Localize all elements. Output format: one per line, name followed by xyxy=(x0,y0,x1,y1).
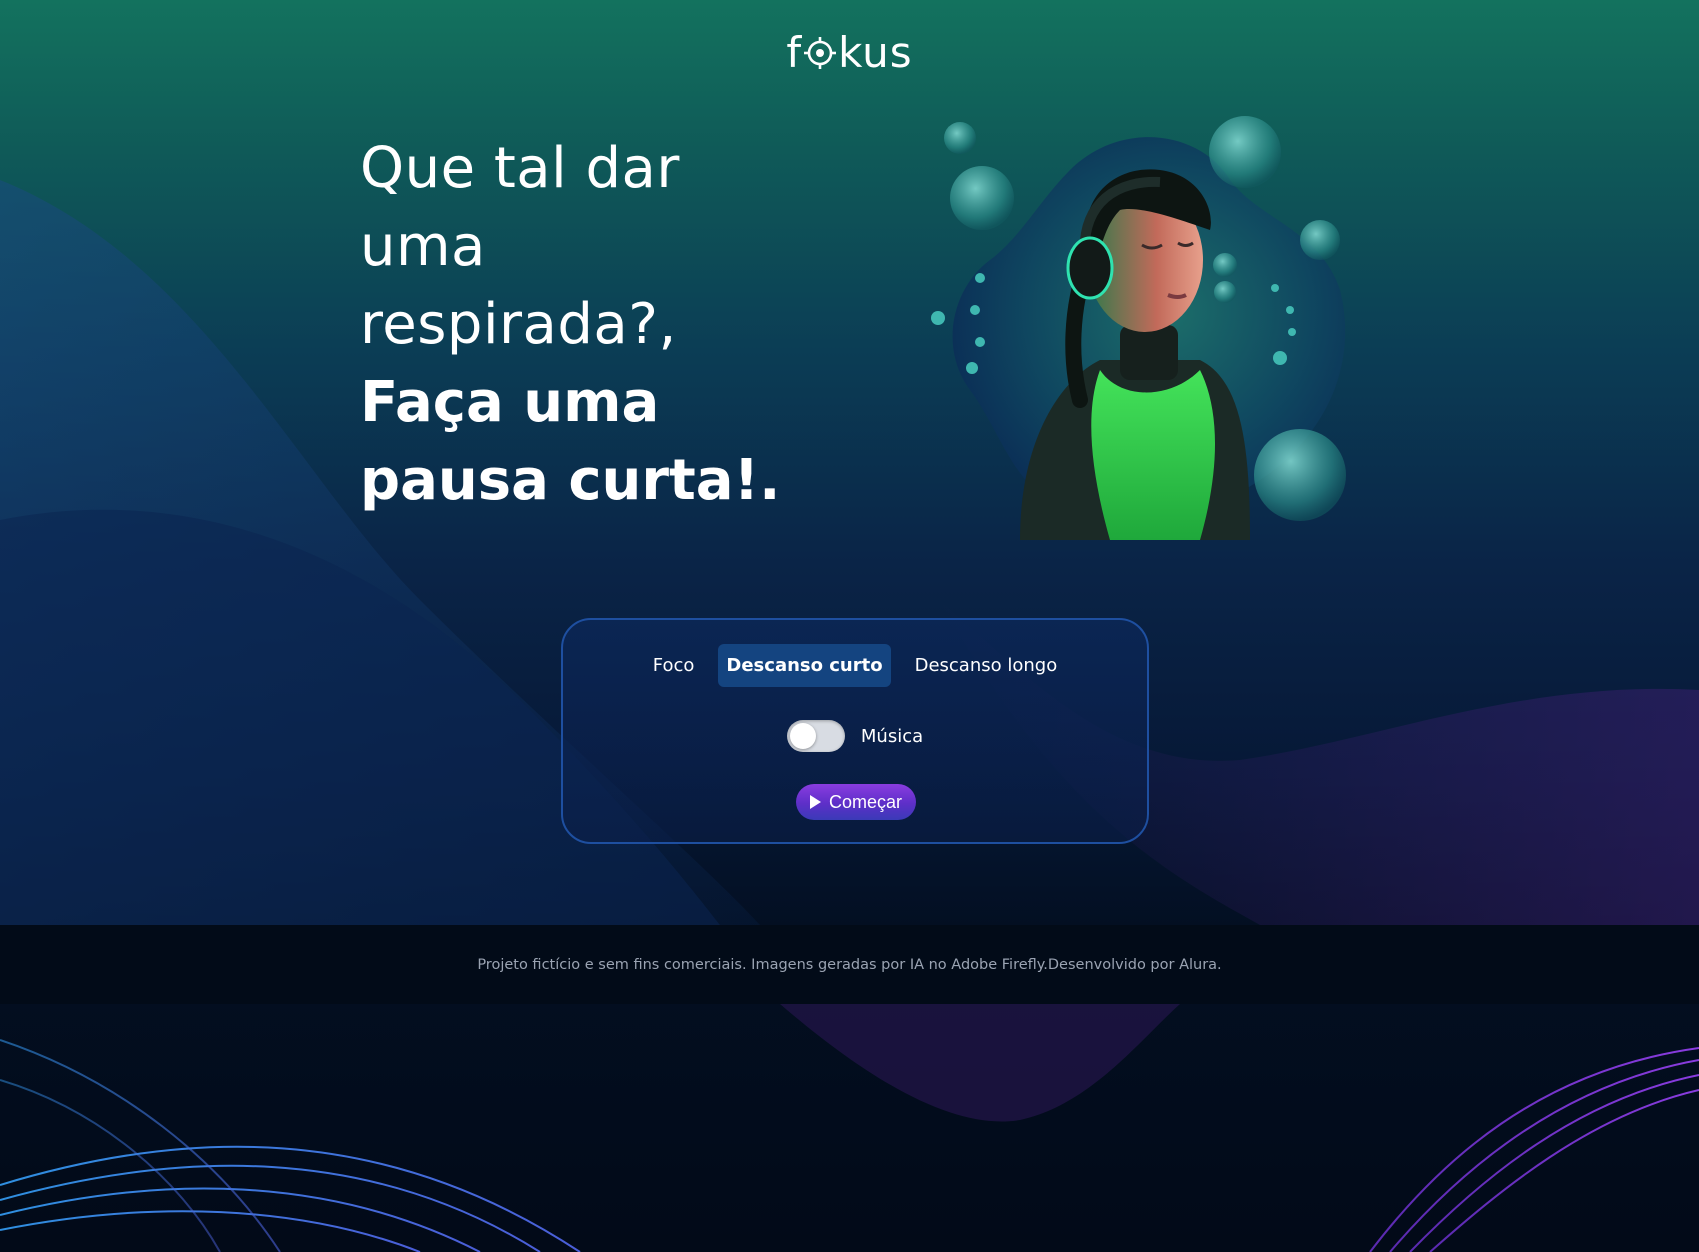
footer-text: Projeto fictício e sem fins comerciais. … xyxy=(477,956,1222,973)
headline-line: Que tal dar xyxy=(360,136,680,201)
start-button[interactable]: Começar xyxy=(796,784,916,820)
woman-headphones-illustration xyxy=(931,116,1346,540)
headline-strong-line: pausa curta!. xyxy=(360,448,781,513)
mode-tabs: Foco Descanso curto Descanso longo xyxy=(563,644,1147,687)
play-icon xyxy=(809,795,821,809)
headline-strong-line: Faça uma xyxy=(360,370,660,435)
music-label: Música xyxy=(860,725,924,747)
fokus-logo: f kus xyxy=(0,28,1699,77)
logo-text: f kus xyxy=(786,28,913,77)
page-headline: Que tal dar uma respirada?, Faça uma pau… xyxy=(360,130,820,520)
page-footer: Projeto fictício e sem fins comerciais. … xyxy=(0,925,1699,1004)
target-icon xyxy=(804,37,837,69)
tab-descanso-longo[interactable]: Descanso longo xyxy=(907,644,1066,687)
tab-descanso-curto[interactable]: Descanso curto xyxy=(718,644,891,687)
app-page: f kus Que tal dar uma respirada?, Faça um… xyxy=(0,0,1699,1252)
timer-card: Foco Descanso curto Descanso longo Músic… xyxy=(561,618,1149,844)
bottom-right-lines xyxy=(1369,1047,1699,1252)
bottom-blob xyxy=(780,1004,1180,1122)
headline-line: uma xyxy=(360,214,486,279)
toggle-knob xyxy=(789,723,816,749)
bottom-left-lines xyxy=(0,1039,581,1252)
start-button-label: Começar xyxy=(828,791,903,812)
music-toggle[interactable] xyxy=(786,720,845,752)
tab-foco[interactable]: Foco xyxy=(645,644,703,687)
headline-line: respirada?, xyxy=(360,292,677,357)
music-toggle-row: Música xyxy=(563,720,1147,752)
